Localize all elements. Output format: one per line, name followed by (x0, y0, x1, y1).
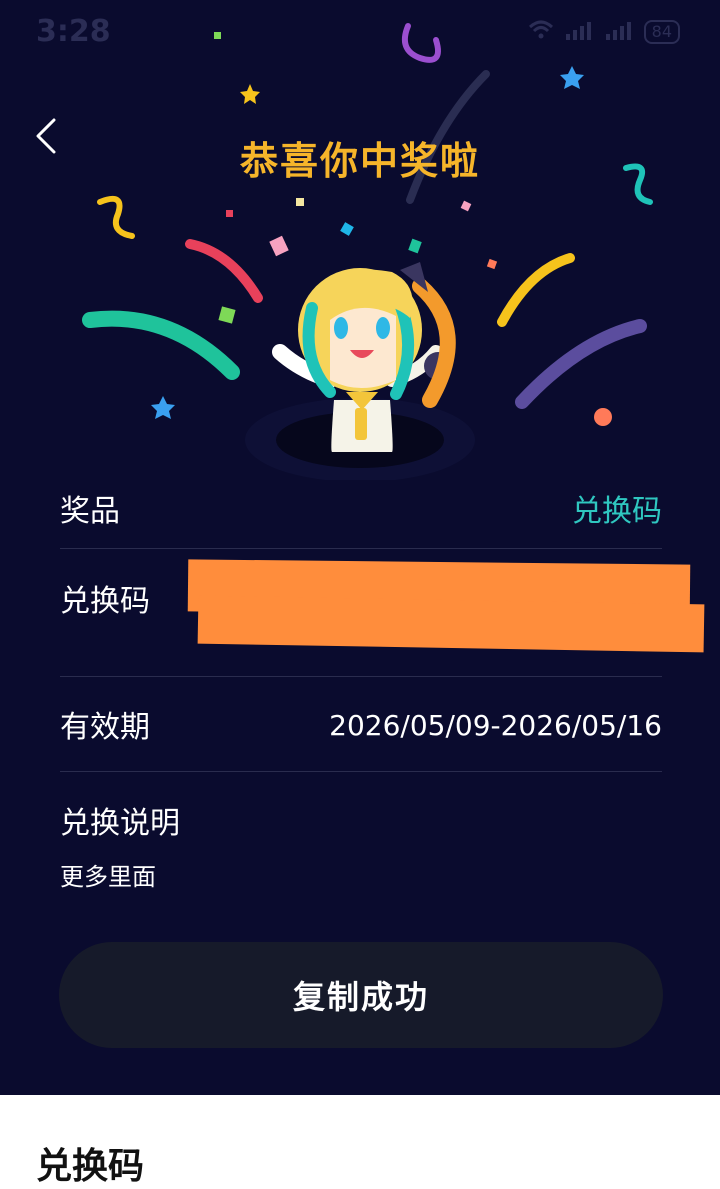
page-title: 恭喜你中奖啦 (239, 139, 480, 183)
code-label: 兑换码 (60, 584, 150, 619)
bottom-sheet: 兑换码 (0, 1095, 720, 1189)
validity-label: 有效期 (60, 710, 150, 745)
copy-button-label: 复制成功 (292, 978, 429, 1016)
reward-screen: 3:28 84 恭喜你中奖啦 奖品 兑换码 兑换码 有效期 2026/05/09… (0, 0, 720, 1095)
instructions-row: 兑换说明 (60, 798, 662, 842)
prize-label: 奖品 (60, 494, 120, 529)
divider (60, 676, 662, 677)
instructions-text: 更多里面 (60, 863, 156, 891)
validity-value: 2026/05/09-2026/05/16 (329, 709, 662, 742)
prize-value: 兑换码 (572, 494, 662, 529)
sheet-title: 兑换码 (36, 1146, 145, 1187)
copy-button[interactable]: 复制成功 (59, 942, 663, 1048)
divider (60, 548, 662, 549)
redaction-mark (197, 595, 705, 653)
instructions-label: 兑换说明 (60, 806, 180, 841)
divider (60, 771, 662, 772)
celebration-illustration (82, 23, 653, 480)
